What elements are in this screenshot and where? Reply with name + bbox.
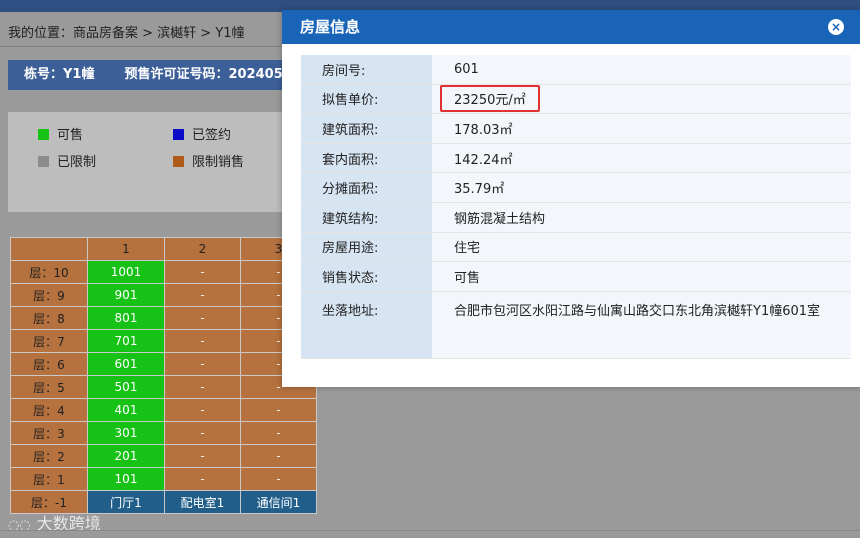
info-row-shared-area: 分摊面积: 35.79㎡ — [301, 172, 851, 203]
table-row: 层：8 801 - - — [10, 306, 317, 330]
table-row: 层：6 601 - - — [10, 352, 317, 376]
unit-cell-available[interactable]: 601 — [87, 352, 165, 376]
dialog-header: 房屋信息 × — [282, 10, 860, 44]
info-row-inner-area: 套内面积: 142.24㎡ — [301, 143, 851, 174]
table-row: 层：10 1001 - - — [10, 260, 317, 284]
table-row: 层：2 201 - - — [10, 444, 317, 468]
floor-label: 层：5 — [10, 375, 88, 399]
field-value: 钢筋混凝土结构 — [432, 202, 851, 233]
table-row: 层：3 301 - - — [10, 421, 317, 445]
price-highlight: 23250元/㎡ — [440, 85, 540, 113]
field-value: 35.79㎡ — [432, 172, 851, 203]
legend-item-restricted: 已限制 — [38, 151, 96, 170]
table-row: 层：1 101 - - — [10, 467, 317, 491]
field-label: 房间号: — [301, 55, 432, 85]
unit-cell-empty: - — [164, 467, 241, 491]
close-icon[interactable]: × — [828, 19, 844, 35]
unit-cell-empty: - — [164, 329, 241, 353]
floor-label: 层：4 — [10, 398, 88, 422]
unit-cell-available[interactable]: 501 — [87, 375, 165, 399]
unit-cell-empty: - — [240, 467, 317, 491]
table-row: 层：5 501 - - — [10, 375, 317, 399]
field-label: 销售状态: — [301, 261, 432, 292]
field-label: 房屋用途: — [301, 232, 432, 263]
floor-label: 层：2 — [10, 444, 88, 468]
floor-label: 层：8 — [10, 306, 88, 330]
unit-cell-available[interactable]: 201 — [87, 444, 165, 468]
field-value: 合肥市包河区水阳江路与仙寓山路交口东北角滨樾轩Y1幢601室 — [432, 291, 851, 359]
field-value: 142.24㎡ — [432, 143, 851, 174]
info-row-usage: 房屋用途: 住宅 — [301, 232, 851, 263]
legend-swatch-available — [38, 129, 49, 140]
grid-column-header: 2 — [164, 237, 241, 261]
presale-permit: 预售许可证号码：202405 — [124, 67, 283, 82]
field-label: 建筑面积: — [301, 113, 432, 144]
field-label: 坐落地址: — [301, 291, 432, 359]
grid-header-row: 1 2 3 — [10, 237, 317, 261]
info-row-structure: 建筑结构: 钢筋混凝土结构 — [301, 202, 851, 233]
unit-cell-available[interactable]: 1001 — [87, 260, 165, 284]
info-row-address: 坐落地址: 合肥市包河区水阳江路与仙寓山路交口东北角滨樾轩Y1幢601室 — [301, 291, 851, 359]
field-label: 套内面积: — [301, 143, 432, 174]
unit-cell-empty: - — [164, 306, 241, 330]
floor-label: 层：3 — [10, 421, 88, 445]
legend-swatch-restricted — [38, 156, 49, 167]
unit-cell-empty: - — [164, 375, 241, 399]
building-number: 栋号：Y1幢 — [24, 67, 95, 82]
dialog-title: 房屋信息 — [300, 18, 361, 36]
unit-cell-empty: - — [164, 260, 241, 284]
table-row: 层：9 901 - - — [10, 283, 317, 307]
info-row-room: 房间号: 601 — [301, 55, 851, 85]
unit-cell-available[interactable]: 801 — [87, 306, 165, 330]
breadcrumb: 我的位置：商品房备案 > 滨樾轩 > Y1幢 — [8, 26, 245, 41]
floor-label: 层：10 — [10, 260, 88, 284]
floor-label: 层：6 — [10, 352, 88, 376]
unit-cell-empty: - — [164, 421, 241, 445]
field-value: 178.03㎡ — [432, 113, 851, 144]
legend-swatch-limited-sale — [173, 156, 184, 167]
legend-swatch-signed — [173, 129, 184, 140]
field-label: 分摊面积: — [301, 172, 432, 203]
unit-cell-available[interactable]: 101 — [87, 467, 165, 491]
unit-cell-empty: - — [164, 398, 241, 422]
unit-cell-empty: - — [164, 444, 241, 468]
legend-item-signed: 已签约 — [173, 124, 231, 143]
floor-label: 层：7 — [10, 329, 88, 353]
table-row: 层：7 701 - - — [10, 329, 317, 353]
building-info-bar: 栋号：Y1幢 预售许可证号码：202405 — [8, 60, 308, 90]
unit-cell-empty: - — [240, 421, 317, 445]
unit-cell-available[interactable]: 701 — [87, 329, 165, 353]
info-row-price: 拟售单价: 23250元/㎡ — [301, 84, 851, 115]
house-info-table: 房间号: 601 拟售单价: 23250元/㎡ 建筑面积: 178.03㎡ 套内面积:… — [301, 55, 851, 359]
floor-label: 层：1 — [10, 467, 88, 491]
divider — [0, 530, 860, 531]
legend-item-limited-sale: 限制销售 — [173, 151, 244, 170]
grid-corner — [10, 237, 88, 261]
floor-label: 层：9 — [10, 283, 88, 307]
grid-column-header: 1 — [87, 237, 165, 261]
field-value: 住宅 — [432, 232, 851, 263]
unit-cell-empty: - — [240, 444, 317, 468]
info-row-area: 建筑面积: 178.03㎡ — [301, 113, 851, 144]
legend-item-available: 可售 — [38, 124, 83, 143]
unit-cell-available[interactable]: 301 — [87, 421, 165, 445]
field-label: 拟售单价: — [301, 84, 432, 115]
field-value: 可售 — [432, 261, 851, 292]
unit-cell-facility[interactable]: 通信间1 — [240, 490, 317, 514]
unit-cell-facility[interactable]: 配电室1 — [164, 490, 241, 514]
unit-cell-available[interactable]: 401 — [87, 398, 165, 422]
table-row: 层：4 401 - - — [10, 398, 317, 422]
field-value: 601 — [432, 55, 851, 85]
field-label: 建筑结构: — [301, 202, 432, 233]
unit-cell-empty: - — [164, 352, 241, 376]
status-legend: 可售 已签约 已限制 限制销售 — [8, 112, 308, 212]
info-row-status: 销售状态: 可售 — [301, 261, 851, 292]
house-info-dialog: 房屋信息 × 房间号: 601 拟售单价: 23250元/㎡ 建筑面积: 178.03… — [282, 10, 860, 387]
unit-cell-empty: - — [164, 283, 241, 307]
unit-grid: 1 2 3 层：10 1001 - - 层：9 901 - - 层：8 801 … — [10, 237, 317, 514]
unit-cell-empty: - — [240, 398, 317, 422]
unit-cell-available[interactable]: 901 — [87, 283, 165, 307]
